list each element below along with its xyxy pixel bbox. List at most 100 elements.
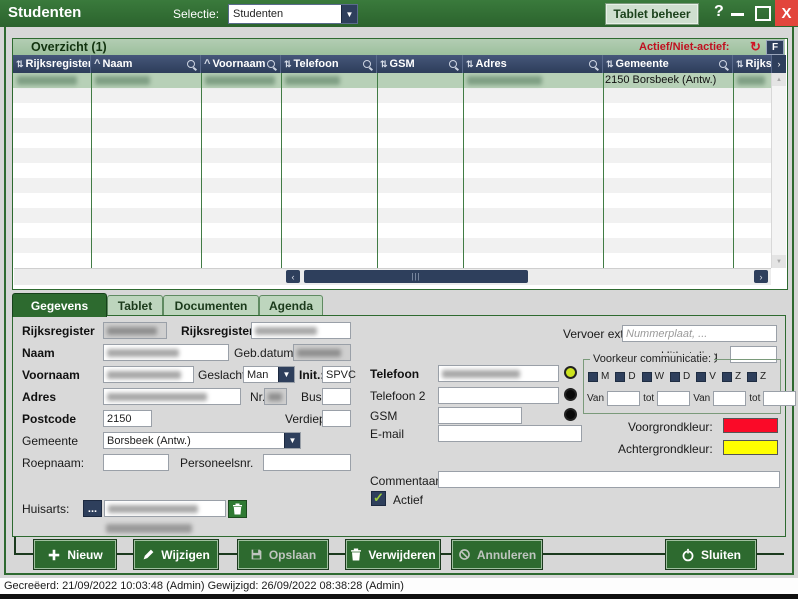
table-row-selected[interactable]: 2150 Borsbeek (Antw.): [13, 73, 771, 88]
telefoon-field[interactable]: [438, 365, 559, 382]
huisarts-field[interactable]: [104, 500, 226, 517]
close-button[interactable]: X: [775, 0, 798, 26]
table-row[interactable]: [13, 178, 771, 193]
day-checkbox[interactable]: [642, 372, 652, 382]
van-field-2[interactable]: [713, 391, 746, 406]
sort-icon[interactable]: [604, 58, 616, 70]
verwijderen-button[interactable]: Verwijderen: [346, 540, 440, 569]
day-checkbox[interactable]: [670, 372, 680, 382]
opslaan-button[interactable]: Opslaan: [238, 540, 328, 569]
scroll-right-icon[interactable]: ›: [754, 270, 768, 283]
table-row[interactable]: [13, 253, 771, 268]
sort-icon[interactable]: [202, 58, 212, 70]
tab-gegevens[interactable]: Gegevens: [12, 293, 107, 317]
column-header-telefoon[interactable]: Telefoon: [281, 55, 377, 73]
verdiep-field[interactable]: [322, 410, 351, 427]
day-checkbox[interactable]: [696, 372, 706, 382]
nieuw-button[interactable]: Nieuw: [34, 540, 116, 569]
sort-icon[interactable]: [92, 58, 102, 70]
maximize-button[interactable]: [755, 6, 771, 21]
adres-field[interactable]: [103, 388, 241, 405]
table-row[interactable]: [13, 133, 771, 148]
column-header-gsm[interactable]: GSM: [377, 55, 463, 73]
sluiten-button[interactable]: Sluiten: [666, 540, 756, 569]
commentaar-field[interactable]: [438, 471, 780, 488]
chevron-down-icon[interactable]: ▼: [278, 367, 294, 382]
minimize-button[interactable]: [731, 13, 744, 16]
tablet-beheer-button[interactable]: Tablet beheer: [605, 3, 699, 25]
search-icon[interactable]: [187, 60, 195, 68]
column-header-rijksregister2[interactable]: Rijksregister: [733, 55, 771, 73]
sort-icon[interactable]: [14, 58, 26, 70]
search-icon[interactable]: [363, 60, 371, 68]
bus-field[interactable]: [322, 388, 351, 405]
tab-agenda[interactable]: Agenda: [259, 295, 323, 316]
table-row[interactable]: [13, 103, 771, 118]
horizontal-scrollbar[interactable]: ‹ ||| ›: [14, 268, 771, 285]
vertical-scrollbar[interactable]: ▲ ▼: [771, 73, 786, 268]
roepnaam-field[interactable]: [103, 454, 169, 471]
scroll-left-icon[interactable]: ‹: [286, 270, 300, 283]
huisarts-delete-button[interactable]: [228, 500, 247, 518]
search-icon[interactable]: [719, 60, 727, 68]
table-row[interactable]: [13, 148, 771, 163]
table-row[interactable]: [13, 193, 771, 208]
day-checkbox[interactable]: [615, 372, 625, 382]
rijksregister2-field[interactable]: [251, 322, 351, 339]
day-checkbox[interactable]: [722, 372, 732, 382]
column-header-adres[interactable]: Adres: [463, 55, 603, 73]
van-field[interactable]: [607, 391, 640, 406]
gsm-field[interactable]: [438, 407, 522, 424]
sort-icon[interactable]: [734, 58, 746, 70]
chevron-down-icon[interactable]: ▼: [284, 433, 300, 448]
email-field[interactable]: [438, 425, 582, 442]
actief-checkbox[interactable]: [371, 491, 386, 506]
gemeente-dropdown[interactable]: Borsbeek (Antw.) ▼: [103, 432, 301, 449]
search-icon[interactable]: [449, 60, 457, 68]
column-header-rijksregister[interactable]: Rijksregister: [13, 55, 91, 73]
scroll-up-icon[interactable]: ▲: [772, 73, 786, 86]
annuleren-button[interactable]: Annuleren: [452, 540, 542, 569]
search-icon[interactable]: [267, 60, 275, 68]
rijksregister-field[interactable]: [103, 322, 167, 339]
table-row[interactable]: [13, 88, 771, 103]
table-row[interactable]: [13, 163, 771, 178]
tab-documenten[interactable]: Documenten: [163, 295, 259, 316]
refresh-icon[interactable]: ↻: [750, 39, 761, 55]
sort-icon[interactable]: [282, 58, 294, 70]
day-checkbox[interactable]: [588, 372, 598, 382]
tot-field[interactable]: [657, 391, 690, 406]
naam-field[interactable]: [103, 344, 229, 361]
huisarts-browse-button[interactable]: ...: [83, 500, 102, 517]
nr-field[interactable]: [264, 388, 287, 405]
voornaam-field[interactable]: [103, 366, 194, 383]
table-row[interactable]: [13, 118, 771, 133]
vervoer-field[interactable]: Nummerplaat, ...: [622, 325, 777, 342]
column-header-gemeente[interactable]: Gemeente: [603, 55, 733, 73]
telefoon2-indicator[interactable]: [564, 388, 577, 401]
column-header-voornaam[interactable]: Voornaam: [201, 55, 281, 73]
init-field[interactable]: SPVC: [322, 366, 351, 383]
table-row[interactable]: [13, 223, 771, 238]
personeelsnr-field[interactable]: [263, 454, 351, 471]
telefoon-indicator[interactable]: [564, 366, 577, 379]
help-button[interactable]: ?: [714, 3, 724, 21]
day-checkbox[interactable]: [747, 372, 757, 382]
postcode-field[interactable]: 2150: [103, 410, 152, 427]
selectie-dropdown[interactable]: Studenten ▼: [228, 4, 358, 24]
sort-icon[interactable]: [464, 58, 476, 70]
table-row[interactable]: [13, 238, 771, 253]
scrollbar-thumb[interactable]: |||: [304, 270, 528, 283]
geslacht-dropdown[interactable]: Man ▼: [243, 366, 295, 383]
tab-tablet[interactable]: Tablet: [107, 295, 163, 316]
wijzigen-button[interactable]: Wijzigen: [134, 540, 218, 569]
column-header-naam[interactable]: Naam: [91, 55, 201, 73]
scroll-down-icon[interactable]: ▼: [772, 255, 786, 268]
gsm-indicator[interactable]: [564, 408, 577, 421]
header-scroll-right-icon[interactable]: ›: [771, 55, 786, 73]
search-icon[interactable]: [589, 60, 597, 68]
achtergrondkleur-swatch[interactable]: [723, 440, 778, 455]
telefoon2-field[interactable]: [438, 387, 559, 404]
filter-f-button[interactable]: F: [766, 40, 784, 55]
gebdatum-field[interactable]: [293, 344, 351, 361]
